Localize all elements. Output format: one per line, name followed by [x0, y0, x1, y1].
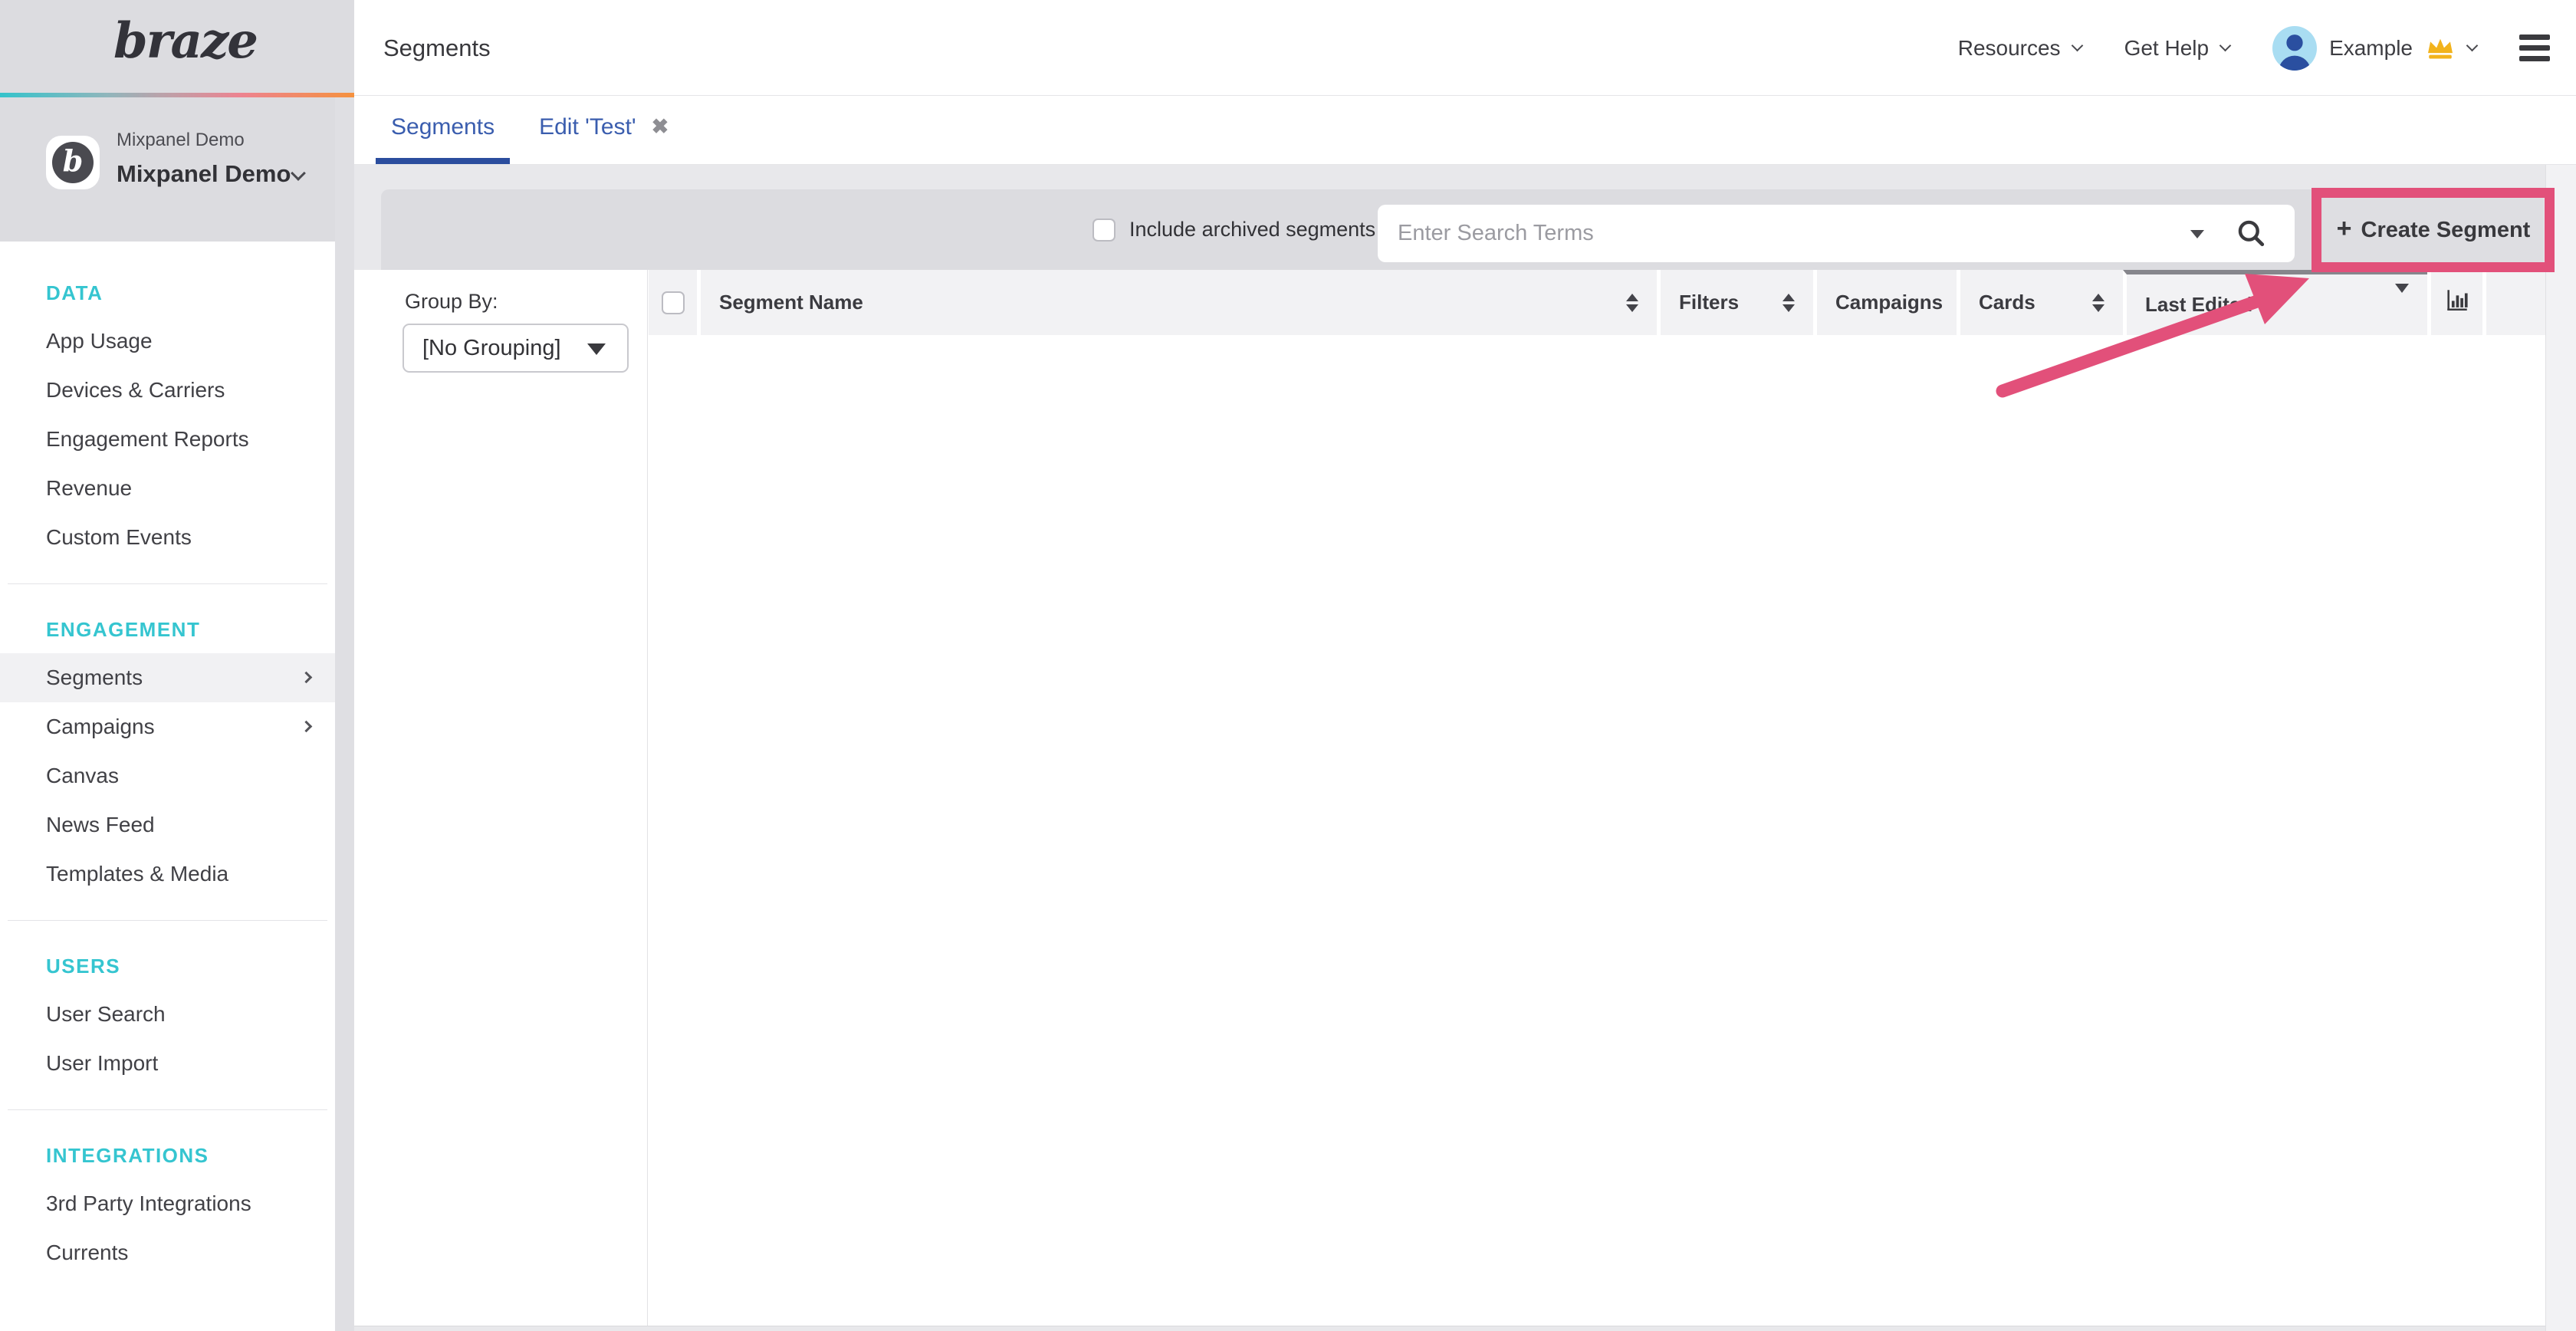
segment-search [1378, 205, 2295, 262]
spacer-column-header [2482, 270, 2545, 335]
sidebar-section-integrations: INTEGRATIONS [0, 1132, 335, 1179]
sidebar-item-currents[interactable]: Currents [0, 1228, 335, 1277]
sidebar-item-segments[interactable]: Segments [0, 653, 335, 702]
page-title: Segments [383, 0, 491, 96]
workspace-avatar-circle: b [52, 142, 94, 183]
user-name: Example [2329, 36, 2413, 61]
content: Include archived segments + Create Segme… [354, 165, 2576, 1331]
segments-panel: Group By: [No Grouping] Segment Name Filt… [354, 270, 2545, 1326]
sidebar-item-campaigns[interactable]: Campaigns [0, 702, 335, 751]
close-tab-icon[interactable]: ✖ [652, 117, 669, 137]
include-archived-label: Include archived segments [1129, 218, 1375, 242]
sort-desc-icon[interactable] [2395, 293, 2409, 317]
column-header-cards[interactable]: Cards [1957, 270, 2123, 335]
column-header-filters[interactable]: Filters [1657, 270, 1813, 335]
sidebar-section-data: DATA [0, 269, 335, 317]
table-body [649, 335, 2545, 1326]
crown-icon [2425, 36, 2456, 61]
chevron-right-icon [301, 672, 313, 684]
column-label: Segment Name [719, 291, 863, 314]
sidebar: braze b Mixpanel Demo Mixpanel Demo DATA… [0, 0, 354, 1331]
header-right: Resources Get Help [1958, 0, 2550, 96]
tab-label: Segments [391, 114, 495, 140]
search-input[interactable] [1398, 205, 2157, 262]
sidebar-item-news-feed[interactable]: News Feed [0, 800, 335, 850]
workspace-eyebrow: Mixpanel Demo [117, 130, 245, 151]
tab-bar: Segments Edit 'Test' ✖ [354, 96, 2576, 165]
sidebar-item-user-import[interactable]: User Import [0, 1039, 335, 1088]
sidebar-item-3rd-party-integrations[interactable]: 3rd Party Integrations [0, 1179, 335, 1228]
column-header-campaigns[interactable]: Campaigns [1813, 270, 1957, 335]
get-help-label: Get Help [2124, 36, 2210, 61]
table-header-row: Segment Name Filters Campaigns Cards Last Ed… [649, 270, 2545, 335]
user-menu[interactable]: Example [2272, 26, 2476, 71]
sidebar-item-canvas[interactable]: Canvas [0, 751, 335, 800]
segments-toolbar: Include archived segments + Create Segme… [381, 189, 2544, 270]
right-scrollbar-gutter[interactable] [2545, 165, 2576, 1331]
select-caret-icon [587, 343, 606, 355]
sidebar-divider [8, 1109, 327, 1110]
user-avatar-icon [2272, 26, 2317, 71]
sort-toggle-icon[interactable] [1626, 294, 1638, 312]
sort-toggle-icon[interactable] [1783, 294, 1795, 312]
group-by-panel: Group By: [No Grouping] [354, 270, 648, 1326]
column-header-last-edited[interactable]: Last Edited [2123, 270, 2427, 335]
search-icon[interactable] [2235, 217, 2269, 251]
search-dropdown-caret-icon[interactable] [2190, 230, 2204, 238]
top-header: Segments Resources Get Help [354, 0, 2576, 96]
resources-label: Resources [1958, 36, 2061, 61]
get-help-menu[interactable]: Get Help [2124, 36, 2230, 61]
select-all-checkbox[interactable] [662, 291, 685, 314]
workspace-avatar-letter: b [63, 146, 84, 176]
chevron-right-icon [301, 721, 313, 733]
tab-segments[interactable]: Segments [376, 96, 510, 164]
braze-logo[interactable]: braze [0, 0, 354, 93]
bar-chart-icon [2444, 287, 2470, 318]
column-label: Filters [1679, 291, 1739, 314]
sidebar-divider [8, 583, 327, 584]
group-by-value: [No Grouping] [422, 336, 561, 361]
analytics-column-header[interactable] [2427, 270, 2482, 335]
chevron-down-icon [2071, 40, 2083, 52]
workspace-name: Mixpanel Demo [117, 160, 291, 188]
column-label: Last Edited [2145, 293, 2252, 317]
include-archived-checkbox[interactable] [1092, 219, 1116, 242]
chevron-down-icon [291, 166, 306, 181]
include-archived-toggle[interactable]: Include archived segments [1092, 189, 1375, 270]
sidebar-scrollbar-gutter[interactable] [335, 97, 354, 1331]
sidebar-item-templates-media[interactable]: Templates & Media [0, 850, 335, 899]
main-area: Segments Resources Get Help [354, 0, 2576, 1331]
workspace-avatar: b [46, 136, 100, 189]
sidebar-item-revenue[interactable]: Revenue [0, 464, 335, 513]
braze-logo-text: braze [113, 12, 257, 70]
chevron-down-icon [2220, 40, 2232, 52]
tab-edit-test[interactable]: Edit 'Test' ✖ [524, 96, 684, 164]
tab-label: Edit 'Test' [539, 114, 636, 140]
column-label: Cards [1979, 291, 2036, 314]
group-by-label: Group By: [405, 290, 498, 314]
resources-menu[interactable]: Resources [1958, 36, 2082, 61]
sidebar-section-users: USERS [0, 942, 335, 990]
workspace-switcher[interactable]: b Mixpanel Demo Mixpanel Demo [0, 97, 354, 242]
sidebar-item-app-usage[interactable]: App Usage [0, 317, 335, 366]
sidebar-item-custom-events[interactable]: Custom Events [0, 513, 335, 562]
select-all-column-header[interactable] [649, 270, 697, 335]
sidebar-item-engagement-reports[interactable]: Engagement Reports [0, 415, 335, 464]
sidebar-section-engagement: ENGAGEMENT [0, 606, 335, 653]
column-label: Campaigns [1835, 291, 1943, 314]
sidebar-item-user-search[interactable]: User Search [0, 990, 335, 1039]
column-header-segment-name[interactable]: Segment Name [697, 270, 1657, 335]
chevron-down-icon [2466, 40, 2479, 52]
sidebar-nav: DATAApp UsageDevices & CarriersEngagemen… [0, 242, 335, 1331]
sidebar-divider [8, 920, 327, 921]
sidebar-item-devices-carriers[interactable]: Devices & Carriers [0, 366, 335, 415]
annotation-highlight-box [2312, 188, 2555, 272]
sort-toggle-icon[interactable] [2092, 294, 2104, 312]
app-root: braze b Mixpanel Demo Mixpanel Demo DATA… [0, 0, 2576, 1331]
group-by-select[interactable]: [No Grouping] [402, 324, 629, 373]
segments-table: Segment Name Filters Campaigns Cards Last Ed… [649, 270, 2545, 1326]
hamburger-menu-icon[interactable] [2519, 35, 2550, 61]
